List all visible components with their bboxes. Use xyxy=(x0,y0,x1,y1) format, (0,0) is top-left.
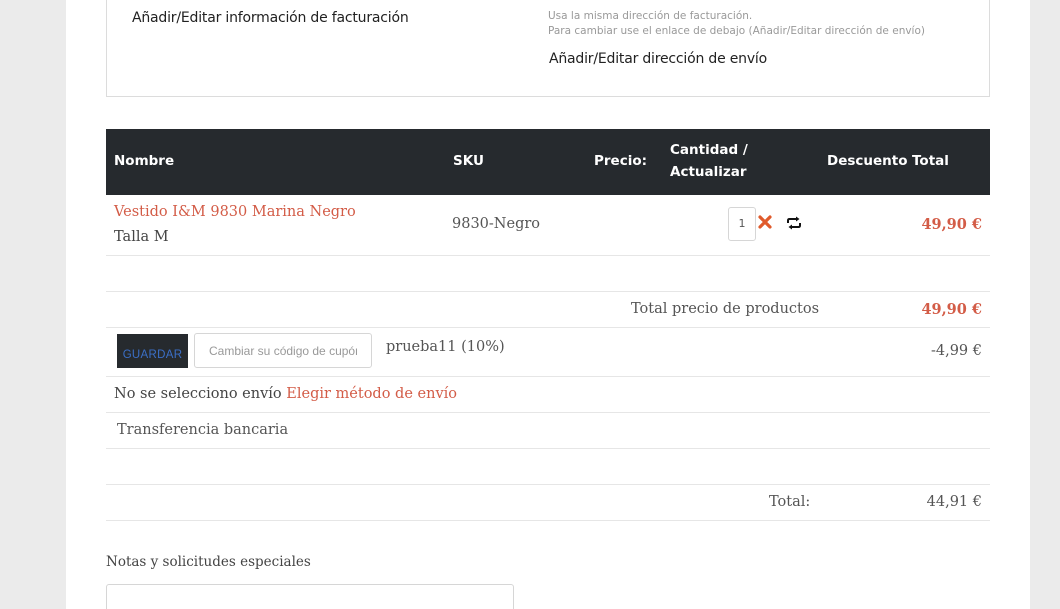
cart-table-header: Nombre SKU Precio: Cantidad / Actualizar… xyxy=(106,129,990,195)
header-sku: SKU xyxy=(453,153,484,169)
notes-label: Notas y solicitudes especiales xyxy=(106,554,311,570)
header-total: Total xyxy=(912,153,949,169)
discount-value: -4,99 € xyxy=(930,343,982,359)
row-divider xyxy=(106,484,990,485)
shipping-status: No se selecciono envío Elegir método de … xyxy=(114,386,457,402)
row-divider xyxy=(106,376,990,377)
row-divider xyxy=(106,291,990,292)
order-total-value: 44,91 € xyxy=(926,494,982,510)
remove-x-icon[interactable] xyxy=(758,214,772,230)
header-quantity: Cantidad / Actualizar xyxy=(670,139,780,183)
subtotal-label: Total precio de productos xyxy=(631,301,820,317)
shipping-status-text: No se selecciono envío xyxy=(114,386,282,402)
quantity-input[interactable]: 1 xyxy=(728,207,756,241)
coupon-code-input[interactable] xyxy=(194,333,372,368)
choose-shipping-link[interactable]: Elegir método de envío xyxy=(286,386,457,402)
save-coupon-button[interactable]: GUARDAR xyxy=(117,334,188,368)
shipping-note-line2: Para cambiar use el enlace de debajo (Añ… xyxy=(548,25,925,37)
checkout-page: Añadir/Editar información de facturación… xyxy=(66,0,1030,609)
shipping-note: Usa la misma dirección de facturación. P… xyxy=(548,9,925,39)
header-name: Nombre xyxy=(114,153,175,169)
header-quantity-line1: Cantidad / xyxy=(670,142,748,158)
edit-billing-link[interactable]: Añadir/Editar información de facturación xyxy=(132,10,409,26)
header-quantity-line2: Actualizar xyxy=(670,164,747,180)
address-section: Añadir/Editar información de facturación… xyxy=(106,0,990,97)
row-divider xyxy=(106,412,990,413)
row-divider xyxy=(106,255,990,256)
notes-textarea[interactable] xyxy=(106,584,514,609)
product-sku: 9830-Negro xyxy=(452,216,541,232)
subtotal-value: 49,90 € xyxy=(921,301,982,318)
header-discount: Descuento xyxy=(827,153,908,169)
row-divider xyxy=(106,448,990,449)
edit-shipping-link[interactable]: Añadir/Editar dirección de envío xyxy=(549,51,767,67)
product-total: 49,90 € xyxy=(921,216,982,233)
product-name-link[interactable]: Vestido I&M 9830 Marina Negro xyxy=(114,204,356,220)
payment-method: Transferencia bancaria xyxy=(117,422,289,438)
applied-coupon: prueba11 (10%) xyxy=(386,339,505,355)
product-variant: Talla M xyxy=(114,229,169,245)
shipping-note-line1: Usa la misma dirección de facturación. xyxy=(548,10,753,22)
row-divider xyxy=(106,327,990,328)
refresh-icon[interactable] xyxy=(786,216,802,230)
header-price: Precio: xyxy=(594,153,648,169)
row-divider xyxy=(106,520,990,521)
order-total-label: Total: xyxy=(769,494,811,510)
